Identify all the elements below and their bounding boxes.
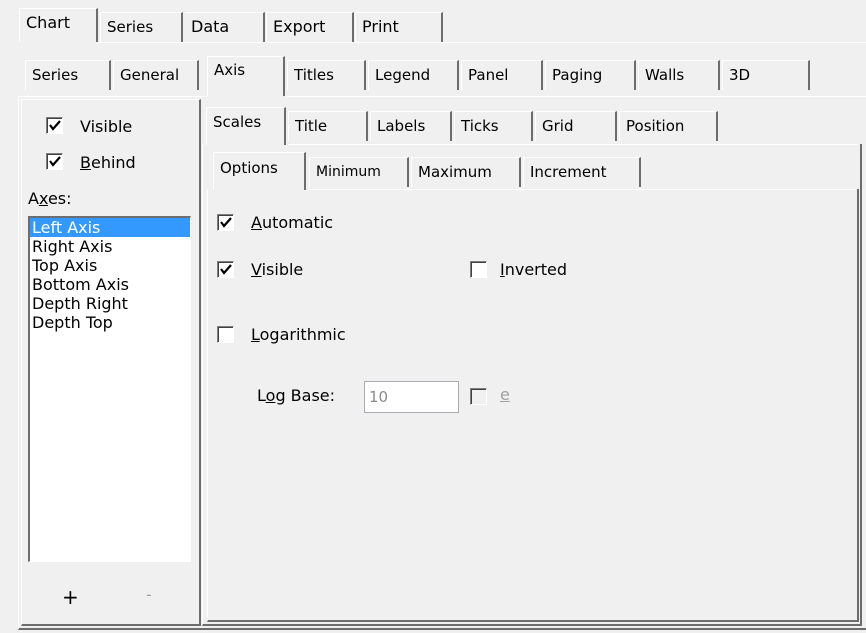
- tab-print[interactable]: Print: [355, 12, 443, 42]
- tab-maximum[interactable]: Maximum: [411, 157, 521, 187]
- check-mark-icon: [49, 156, 61, 167]
- scale-visible-label: Visible: [251, 260, 304, 279]
- check-mark-icon: [220, 264, 232, 275]
- tab-series[interactable]: Series: [25, 60, 111, 90]
- tab-legend[interactable]: Legend: [368, 60, 459, 90]
- tab-position[interactable]: Position: [619, 111, 718, 141]
- axis-list-item[interactable]: Depth Top: [30, 313, 190, 332]
- inverted-label: Inverted: [500, 260, 568, 279]
- tab-title[interactable]: Title: [288, 111, 368, 141]
- tab-options[interactable]: Options: [213, 152, 306, 190]
- tab-general[interactable]: General: [113, 60, 199, 90]
- tab-series-top[interactable]: Series: [100, 12, 183, 42]
- tab-export[interactable]: Export: [266, 12, 354, 42]
- tab-panel[interactable]: Panel: [461, 60, 543, 90]
- automatic-label: Automatic: [251, 213, 334, 232]
- log-base-input[interactable]: 10: [364, 381, 459, 413]
- tab-walls[interactable]: Walls: [638, 60, 720, 90]
- options-page-frame: [207, 189, 859, 622]
- tab-axis[interactable]: Axis: [207, 56, 285, 96]
- axis-list-item[interactable]: Bottom Axis: [30, 275, 190, 294]
- axes-label: Axes:: [28, 189, 72, 208]
- add-axis-button[interactable]: +: [62, 585, 79, 609]
- scale-visible-checkbox[interactable]: [217, 261, 234, 278]
- log-e-label: e: [500, 385, 510, 404]
- logarithmic-checkbox[interactable]: [217, 326, 234, 343]
- log-e-checkbox[interactable]: [470, 388, 487, 405]
- tab-paging[interactable]: Paging: [545, 60, 636, 90]
- axis-behind-label: Behind: [80, 153, 136, 172]
- tab-grid[interactable]: Grid: [535, 111, 617, 141]
- tab-titles[interactable]: Titles: [287, 60, 366, 90]
- axis-visible-checkbox[interactable]: [46, 117, 63, 134]
- axis-list-item[interactable]: Left Axis: [30, 218, 190, 237]
- axes-listbox[interactable]: Left Axis Right Axis Top Axis Bottom Axi…: [28, 216, 191, 562]
- top-tab-baseline: [98, 42, 866, 43]
- axis-behind-checkbox[interactable]: [46, 153, 63, 170]
- tab-ticks[interactable]: Ticks: [454, 111, 533, 141]
- tab-scales[interactable]: Scales: [206, 107, 286, 145]
- tab-minimum[interactable]: Minimum: [309, 157, 409, 187]
- axis-list-item[interactable]: Depth Right: [30, 294, 190, 313]
- tab-3d[interactable]: 3D: [722, 60, 810, 90]
- tab-chart[interactable]: Chart: [19, 8, 98, 42]
- log-base-label: Log Base:: [257, 386, 336, 405]
- check-mark-icon: [49, 120, 61, 131]
- logarithmic-label: Logarithmic: [251, 325, 346, 344]
- tab-increment[interactable]: Increment: [523, 157, 641, 187]
- remove-axis-button[interactable]: -: [146, 585, 152, 604]
- inverted-checkbox[interactable]: [470, 261, 487, 278]
- automatic-checkbox[interactable]: [217, 214, 234, 231]
- check-mark-icon: [220, 217, 232, 228]
- axis-visible-label: Visible: [80, 117, 133, 136]
- tab-data[interactable]: Data: [185, 12, 265, 42]
- axis-list-item[interactable]: Right Axis: [30, 237, 190, 256]
- tab-labels[interactable]: Labels: [370, 111, 452, 141]
- axis-list-item[interactable]: Top Axis: [30, 256, 190, 275]
